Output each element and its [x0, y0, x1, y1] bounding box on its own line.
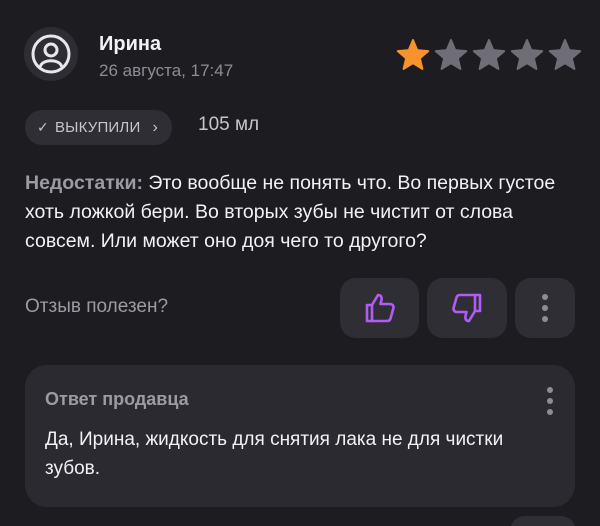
- seller-reply-card: Ответ продавца Да, Ирина, жидкость для с…: [25, 365, 575, 507]
- star-filled-icon: [396, 39, 430, 70]
- star-empty-icon: [434, 39, 468, 70]
- star-empty-icon: [510, 39, 544, 70]
- seller-reply-title: Ответ продавца: [45, 389, 189, 409]
- cons-label: Недостатки:: [25, 172, 143, 194]
- review-date: 26 августа, 17:47: [99, 61, 234, 80]
- avatar: [24, 27, 78, 81]
- review-more-button[interactable]: [515, 278, 575, 338]
- seller-reply-text: Да, Ирина, жидкость для снятия лака не д…: [45, 429, 504, 479]
- star-empty-icon: [548, 39, 582, 70]
- helpful-question: Отзыв полезен?: [25, 296, 169, 317]
- chevron-right-icon: ›: [152, 118, 158, 136]
- author-name: Ирина: [99, 33, 162, 55]
- badge-label: ВЫКУПИЛИ: [54, 119, 141, 136]
- purchased-badge[interactable]: ✓ ВЫКУПИЛИ ›: [25, 110, 172, 145]
- star-empty-icon: [472, 39, 506, 70]
- dislike-button[interactable]: [427, 278, 507, 338]
- partial-button[interactable]: [510, 516, 576, 526]
- thumbs-up-icon: [365, 293, 395, 323]
- seller-reply-more-button[interactable]: [547, 387, 553, 415]
- rating-stars: [396, 38, 582, 72]
- check-icon: ✓: [37, 119, 49, 135]
- user-icon: [31, 34, 71, 74]
- more-vertical-icon: [542, 294, 548, 322]
- like-button[interactable]: [340, 278, 419, 338]
- product-volume: 105 мл: [198, 114, 260, 135]
- more-vertical-icon: [547, 387, 553, 415]
- review-text: Недостатки: Это вообще не понять что. Во…: [25, 169, 575, 256]
- thumbs-down-icon: [452, 293, 482, 323]
